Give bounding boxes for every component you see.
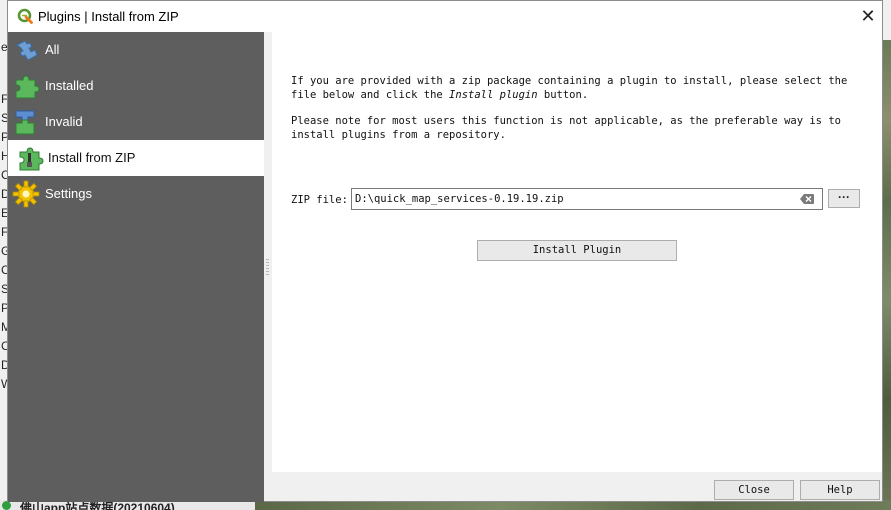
help-button[interactable]: Help bbox=[800, 480, 880, 500]
layer-visible-icon bbox=[2, 501, 11, 510]
zip-file-label: ZIP file: bbox=[291, 194, 348, 206]
title-bar[interactable]: Plugins | Install from ZIP ✕ bbox=[8, 1, 882, 32]
sidebar-item-label: All bbox=[45, 42, 60, 57]
splitter-handle[interactable] bbox=[266, 259, 269, 277]
gear-icon bbox=[12, 180, 40, 208]
install-plugin-button[interactable]: Install Plugin bbox=[477, 240, 677, 261]
qgis-logo-icon bbox=[17, 8, 33, 24]
install-zip-panel: If you are provided with a zip package c… bbox=[272, 32, 882, 472]
plugins-dialog: Plugins | Install from ZIP ✕ All Install… bbox=[7, 0, 883, 502]
background-map-strip bbox=[883, 0, 891, 510]
sidebar-item-label: Install from ZIP bbox=[48, 150, 136, 165]
zip-file-input[interactable] bbox=[351, 188, 823, 210]
sidebar-item-label: Installed bbox=[45, 78, 94, 93]
window-close-button[interactable]: ✕ bbox=[856, 5, 880, 27]
close-button[interactable]: Close bbox=[714, 480, 794, 500]
sidebar-item-label: Settings bbox=[45, 186, 92, 201]
browse-button[interactable]: ··· bbox=[828, 189, 860, 208]
window-title: Plugins | Install from ZIP bbox=[38, 9, 179, 24]
sidebar: All Installed Invalid Install from ZIP S… bbox=[8, 32, 264, 502]
sidebar-item-invalid[interactable]: Invalid bbox=[8, 104, 264, 140]
sidebar-item-label: Invalid bbox=[45, 114, 83, 129]
puzzle-blue-icon bbox=[16, 40, 38, 61]
instructions-paragraph: If you are provided with a zip package c… bbox=[291, 74, 861, 102]
sidebar-item-installed[interactable]: Installed bbox=[8, 68, 264, 104]
note-paragraph: Please note for most users this function… bbox=[291, 115, 841, 141]
sidebar-item-settings[interactable]: Settings bbox=[8, 176, 264, 212]
sidebar-item-all[interactable]: All bbox=[8, 32, 264, 68]
puzzle-green-icon bbox=[15, 75, 40, 99]
clear-field-icon[interactable] bbox=[800, 194, 814, 204]
puzzle-zip-icon bbox=[19, 147, 44, 171]
sidebar-item-install-from-zip[interactable]: Install from ZIP bbox=[8, 140, 264, 176]
instructions-text-end: button. bbox=[537, 89, 589, 101]
puzzle-blue-green-icon bbox=[15, 110, 35, 135]
install-plugin-emphasis: Install plugin bbox=[449, 89, 538, 101]
